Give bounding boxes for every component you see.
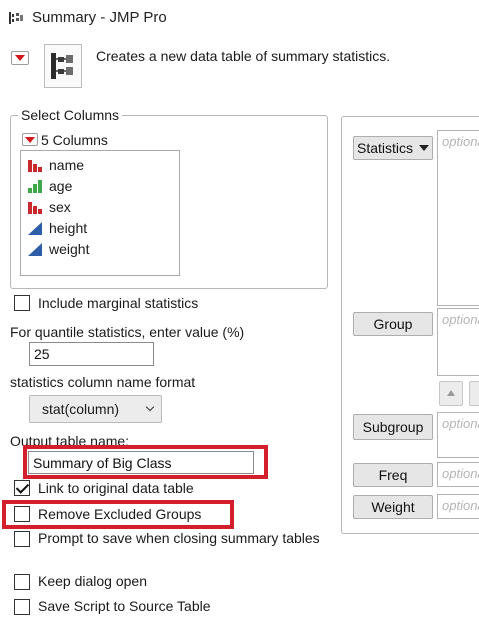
move-down-button[interactable] — [469, 381, 479, 406]
platform-menu-red-triangle[interactable] — [11, 51, 29, 65]
output-table-name-input[interactable] — [28, 451, 254, 474]
ordinal-icon — [28, 180, 42, 193]
keep-dialog-open-label: Keep dialog open — [38, 573, 147, 589]
weight-role-box[interactable]: optional — [437, 494, 479, 519]
group-button[interactable]: Group — [353, 312, 433, 336]
save-script-checkbox[interactable] — [14, 599, 30, 615]
select-columns-legend: Select Columns — [18, 107, 123, 123]
move-up-button[interactable] — [439, 381, 463, 406]
name-format-value: stat(column) — [42, 401, 120, 417]
keep-dialog-open-checkbox[interactable] — [14, 574, 30, 590]
list-item-age[interactable]: age — [27, 176, 72, 196]
list-item-weight[interactable]: weight — [27, 239, 89, 259]
column-label: sex — [49, 199, 71, 215]
save-script-label: Save Script to Source Table — [38, 598, 211, 614]
quantile-input[interactable] — [29, 342, 154, 366]
subgroup-role-box[interactable]: optional — [437, 412, 479, 458]
list-item-height[interactable]: height — [27, 218, 87, 238]
platform-description: Creates a new data table of summary stat… — [96, 48, 391, 64]
name-format-dropdown[interactable]: stat(column) — [29, 395, 162, 423]
column-label: age — [49, 178, 73, 194]
window-title: Summary - JMP Pro — [32, 9, 167, 26]
subgroup-button[interactable]: Subgroup — [353, 414, 433, 440]
column-label: name — [49, 157, 85, 173]
quantile-label: For quantile statistics, enter value (%) — [10, 324, 245, 340]
list-item-sex[interactable]: sex — [27, 197, 71, 217]
include-marginal-label: Include marginal statistics — [38, 295, 199, 311]
freq-button-label: Freq — [378, 467, 408, 483]
jmp-summary-app-icon — [9, 12, 23, 24]
freq-button[interactable]: Freq — [353, 463, 433, 487]
list-item-name[interactable]: name — [27, 155, 84, 175]
weight-button-label: Weight — [371, 499, 415, 515]
column-list[interactable]: name age sex height weight — [20, 150, 180, 276]
column-label: weight — [49, 241, 90, 257]
remove-excluded-label: Remove Excluded Groups — [38, 506, 202, 522]
statistics-role-box[interactable]: optional — [437, 130, 479, 306]
weight-button[interactable]: Weight — [353, 495, 433, 519]
freq-role-box[interactable]: optional — [437, 462, 479, 487]
dropdown-arrow-icon — [419, 145, 429, 151]
column-label: height — [49, 220, 88, 236]
column-count-label: 5 Columns — [41, 132, 108, 148]
group-button-label: Group — [373, 316, 413, 332]
include-marginal-checkbox[interactable] — [14, 295, 30, 311]
nominal-icon — [28, 202, 42, 214]
prompt-save-checkbox[interactable] — [14, 531, 30, 547]
link-original-label: Link to original data table — [38, 480, 194, 496]
subgroup-button-label: Subgroup — [362, 419, 424, 435]
columns-red-triangle[interactable] — [22, 133, 38, 146]
summary-platform-icon — [44, 44, 82, 88]
continuous-icon — [28, 243, 42, 256]
title-bar: Summary - JMP Pro — [0, 0, 479, 36]
statistics-button[interactable]: Statistics — [353, 136, 433, 160]
remove-excluded-checkbox[interactable] — [14, 506, 30, 522]
chevron-down-icon — [145, 402, 155, 412]
group-role-box[interactable]: optional — [437, 308, 479, 376]
statistics-button-label: Statistics — [356, 140, 413, 156]
nominal-icon — [28, 160, 42, 172]
continuous-icon — [28, 222, 42, 235]
prompt-save-label: Prompt to save when closing summary tabl… — [38, 530, 320, 546]
name-format-label: statistics column name format — [10, 374, 196, 390]
up-arrow-icon — [447, 390, 455, 396]
link-original-checkbox[interactable] — [14, 480, 30, 496]
